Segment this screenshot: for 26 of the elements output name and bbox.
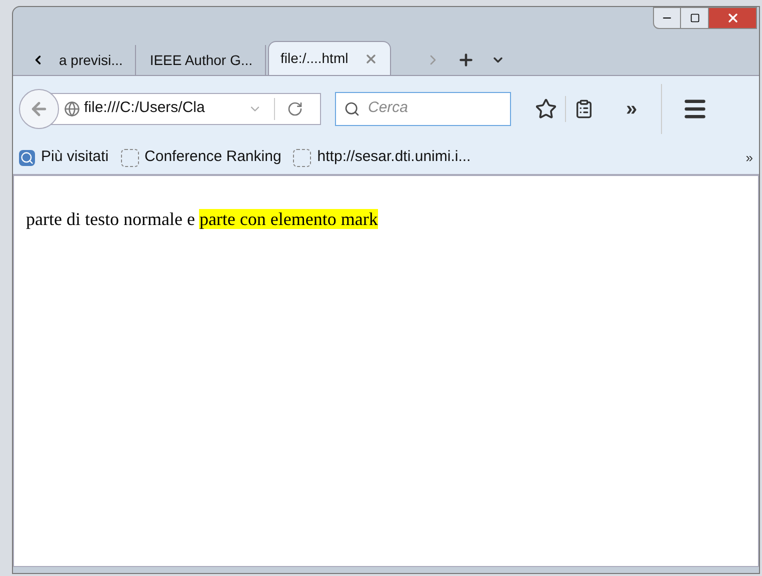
globe-icon [64, 100, 80, 116]
back-button[interactable] [19, 88, 59, 128]
new-tab-icon[interactable] [457, 51, 476, 69]
close-tab-icon[interactable] [364, 52, 378, 66]
bookmark-item[interactable]: Più visitati [19, 146, 109, 169]
bookmarks-overflow-button[interactable]: » [746, 148, 753, 168]
close-icon [726, 11, 740, 25]
search-field[interactable]: Cerca [335, 92, 511, 126]
star-icon[interactable] [535, 98, 557, 120]
clipboard-list-icon[interactable] [574, 98, 594, 118]
overflow-button[interactable]: » [626, 94, 638, 124]
reload-icon[interactable] [287, 100, 303, 116]
paragraph: parte di testo normale e parte con elemento mark [26, 208, 379, 231]
blank-page-icon [293, 148, 312, 166]
bookmark-item[interactable]: Conference Ranking [120, 146, 282, 169]
search-input[interactable]: Cerca [368, 97, 498, 120]
bookmark-item[interactable]: http://sesar.dti.unimi.i... [293, 146, 471, 169]
browser-tab[interactable]: file:/....html [268, 41, 392, 75]
maximize-button[interactable] [681, 7, 709, 29]
blank-page-icon [120, 148, 139, 166]
maximize-icon [690, 13, 700, 23]
folder-search-icon [19, 150, 35, 166]
address-bar[interactable]: file:///C:/Users/Cla [51, 92, 321, 124]
close-button[interactable] [709, 7, 757, 29]
address-input[interactable]: file:///C:/Users/Cla [84, 97, 244, 120]
search-icon [344, 100, 360, 116]
